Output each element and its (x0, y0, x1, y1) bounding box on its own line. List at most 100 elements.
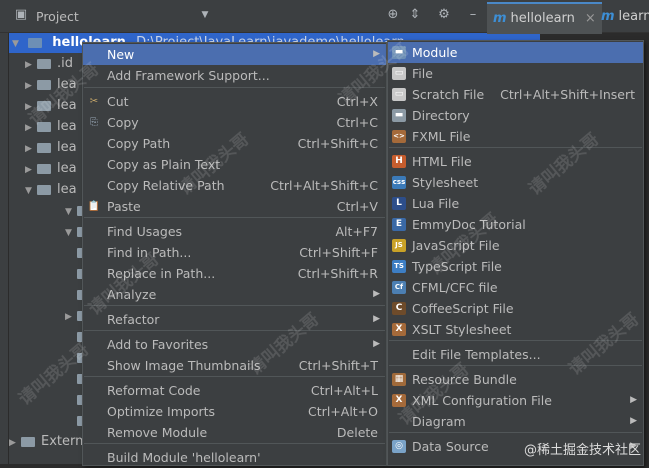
new-item-resource-bundle[interactable]: ▦ Resource Bundle (388, 369, 643, 390)
shortcut-label: Ctrl+Shift+R (297, 266, 378, 281)
new-item-coffeescript-file[interactable]: C CoffeeScript File (388, 298, 643, 319)
new-item-stylesheet[interactable]: css Stylesheet (388, 172, 643, 193)
new-item-xslt-stylesheet[interactable]: X XSLT Stylesheet (388, 319, 643, 340)
menu-item-label: HTML File (412, 154, 472, 169)
tree-row[interactable]: ▶ .id (25, 53, 73, 74)
emmydoc-icon: E (392, 218, 406, 231)
project-view-label[interactable]: Project (36, 9, 79, 24)
expand-arrow-icon[interactable]: ▶ (25, 118, 35, 139)
menu-item-label: FXML File (412, 129, 471, 144)
menu-item-cut[interactable]: ✂ Cut Ctrl+X (83, 91, 386, 112)
shortcut-label: Ctrl+Alt+Shift+Insert (500, 87, 635, 102)
tree-row[interactable]: ▶ lea (25, 137, 77, 158)
menu-item-label: Add Framework Support... (107, 68, 270, 83)
new-item-javascript-file[interactable]: JS JavaScript File (388, 235, 643, 256)
new-item-cfml-cfc-file[interactable]: Cf CFML/CFC file (388, 277, 643, 298)
folder-icon: ▬ (392, 109, 406, 122)
menu-item-replace-in-path[interactable]: Replace in Path... Ctrl+Shift+R (83, 263, 386, 284)
tree-row-label: .id (57, 56, 73, 71)
menu-item-copy[interactable]: ⎘ Copy Ctrl+C (83, 112, 386, 133)
menu-item-new[interactable]: New ▶ (83, 44, 386, 65)
menu-item-remove-module[interactable]: Remove Module Delete (83, 422, 386, 443)
new-item-lua-file[interactable]: L Lua File (388, 193, 643, 214)
new-item-file[interactable]: ▭ File (388, 63, 643, 84)
expand-arrow-icon[interactable]: ▶ (25, 160, 35, 181)
menu-item-label: Replace in Path... (107, 266, 216, 281)
dropdown-arrow-icon[interactable]: ▼ (198, 8, 212, 22)
menu-item-label: EmmyDoc Tutorial (412, 217, 526, 232)
tree-row[interactable]: ▶ lea (25, 74, 77, 95)
gear-icon[interactable]: ⚙ (437, 8, 451, 22)
collapse-icon[interactable]: ⇕ (408, 8, 422, 22)
tab-learn[interactable]: m learn (595, 2, 649, 32)
folder-icon (37, 163, 51, 174)
new-item-diagram[interactable]: Diagram ▶ (388, 411, 643, 432)
folder-icon (37, 184, 51, 195)
new-item-scratch-file[interactable]: ▭ Scratch File Ctrl+Alt+Shift+Insert (388, 84, 643, 105)
tree-row[interactable]: ▼ lea (25, 179, 77, 200)
menu-item-label: XSLT Stylesheet (412, 322, 512, 337)
submenu-arrow-icon: ▶ (373, 289, 380, 299)
menu-item-show-image-thumbnails[interactable]: Show Image Thumbnails Ctrl+Shift+T (83, 355, 386, 376)
new-item-edit-file-templates[interactable]: Edit File Templates... (388, 344, 643, 365)
menu-item-add-to-favorites[interactable]: Add to Favorites ▶ (83, 334, 386, 355)
expand-arrow-icon[interactable]: ▼ (25, 181, 35, 202)
new-item-html-file[interactable]: H HTML File (388, 151, 643, 172)
menu-item-add-framework-support[interactable]: Add Framework Support... (83, 65, 386, 86)
hide-panel-icon[interactable]: – (466, 8, 480, 22)
expand-arrow-icon[interactable]: ▶ (25, 97, 35, 118)
tree-row[interactable]: ▶ lea (25, 95, 77, 116)
shortcut-label: Ctrl+C (336, 115, 378, 130)
menu-item-label: Edit File Templates... (412, 347, 541, 362)
cf-icon: Cf (392, 281, 406, 294)
menu-item-reformat-code[interactable]: Reformat Code Ctrl+Alt+L (83, 380, 386, 401)
new-item-module[interactable]: ▬ Module (388, 42, 643, 63)
menu-separator (84, 305, 385, 306)
menu-item-label: CFML/CFC file (412, 280, 498, 295)
xml-icon: X (392, 394, 406, 407)
expand-arrow-icon[interactable]: ▶ (65, 307, 75, 328)
menu-item-label: New (107, 47, 135, 62)
tree-row[interactable]: ▶ lea (25, 116, 77, 137)
expand-arrow-icon[interactable]: ▶ (25, 76, 35, 97)
menu-item-paste[interactable]: 📋 Paste Ctrl+V (83, 196, 386, 217)
new-item-fxml-file[interactable]: <> FXML File (388, 126, 643, 147)
menu-item-analyze[interactable]: Analyze ▶ (83, 284, 386, 305)
lua-icon: L (392, 197, 406, 210)
expand-arrow-icon[interactable]: ▼ (65, 223, 75, 244)
menu-item-build-module-hellolearn[interactable]: Build Module 'hellolearn' (83, 447, 386, 468)
tree-row[interactable]: ▶ Extern (9, 431, 83, 452)
new-item-emmydoc-tutorial[interactable]: E EmmyDoc Tutorial (388, 214, 643, 235)
tree-row[interactable]: ▶ lea (25, 158, 77, 179)
expand-arrow-icon[interactable]: ▼ (65, 202, 75, 223)
shortcut-label: Delete (336, 425, 378, 440)
menu-item-find-in-path[interactable]: Find in Path... Ctrl+Shift+F (83, 242, 386, 263)
menu-item-label: Copy as Plain Text (107, 157, 221, 172)
expand-arrow-icon[interactable]: ▶ (9, 433, 19, 454)
menu-item-label: Build Module 'hellolearn' (107, 450, 261, 465)
submenu-arrow-icon: ▶ (373, 49, 380, 59)
menu-item-copy-relative-path[interactable]: Copy Relative Path Ctrl+Alt+Shift+C (83, 175, 386, 196)
menu-item-optimize-imports[interactable]: Optimize Imports Ctrl+Alt+O (83, 401, 386, 422)
new-item-xml-configuration-file[interactable]: X XML Configuration File ▶ (388, 390, 643, 411)
tab-hellolearn[interactable]: m hellolearn × (487, 2, 602, 34)
menu-item-copy-as-plain-text[interactable]: Copy as Plain Text (83, 154, 386, 175)
menu-separator (84, 330, 385, 331)
locate-icon[interactable]: ⊕ (386, 8, 400, 22)
folder-icon (37, 142, 51, 153)
folder-icon (21, 436, 35, 447)
expand-arrow-icon[interactable]: ▼ (12, 34, 22, 55)
new-item-directory[interactable]: ▬ Directory (388, 105, 643, 126)
shortcut-label: Ctrl+Alt+L (310, 383, 378, 398)
expand-arrow-icon[interactable]: ▶ (25, 139, 35, 160)
menu-separator (84, 87, 385, 88)
scratch-file-icon: ▭ (392, 88, 406, 101)
new-item-typescript-file[interactable]: TS TypeScript File (388, 256, 643, 277)
menu-item-label: Copy (107, 115, 139, 130)
project-view-icon[interactable]: ▣ (14, 8, 28, 22)
menu-item-refactor[interactable]: Refactor ▶ (83, 309, 386, 330)
menu-item-label: Data Source (412, 439, 489, 454)
menu-item-copy-path[interactable]: Copy Path Ctrl+Shift+C (83, 133, 386, 154)
expand-arrow-icon[interactable]: ▶ (25, 55, 35, 76)
menu-item-find-usages[interactable]: Find Usages Alt+F7 (83, 221, 386, 242)
